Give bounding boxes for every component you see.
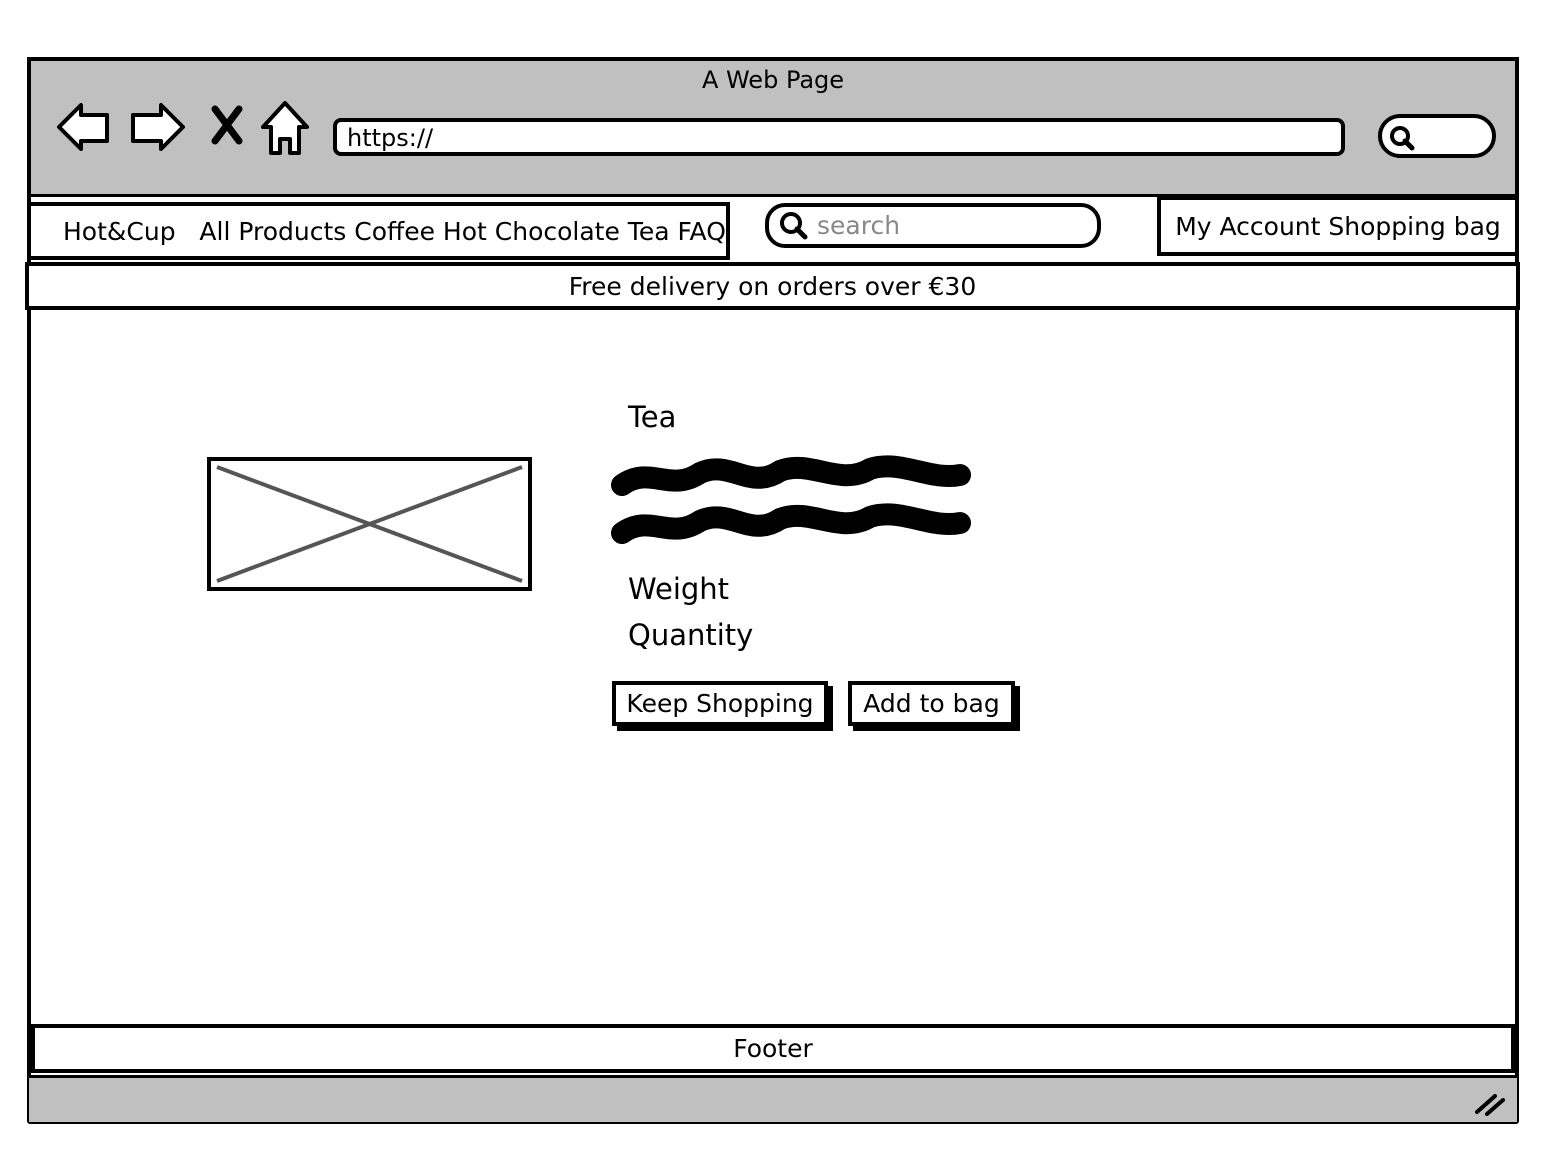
window-title: A Web Page	[701, 66, 845, 94]
url-bar[interactable]: https://	[333, 118, 1345, 156]
product-description-scribble	[611, 455, 971, 544]
add-to-bag-button[interactable]: Add to bag	[848, 681, 1015, 726]
home-icon[interactable]	[259, 99, 311, 157]
search-placeholder: search	[817, 211, 901, 240]
account-links[interactable]: My Account Shopping bag	[1157, 196, 1519, 256]
resize-grip-icon[interactable]	[1473, 1090, 1507, 1116]
image-placeholder-icon	[216, 465, 523, 583]
product-image-placeholder	[207, 457, 532, 591]
product-title: Tea	[628, 400, 677, 434]
close-icon[interactable]	[209, 105, 245, 145]
search-icon	[1390, 126, 1415, 151]
site-search-input[interactable]: search	[765, 203, 1101, 248]
quantity-label: Quantity	[628, 618, 754, 652]
forward-arrow-icon[interactable]	[129, 101, 187, 153]
delivery-banner: Free delivery on orders over €30	[25, 262, 1520, 310]
browser-search-box[interactable]	[1378, 114, 1496, 158]
search-icon	[780, 211, 808, 239]
footer: Footer	[31, 1024, 1515, 1073]
keep-shopping-button[interactable]: Keep Shopping	[612, 681, 828, 726]
back-arrow-icon[interactable]	[55, 101, 113, 153]
weight-label: Weight	[628, 572, 730, 606]
site-navigation[interactable]: Hot&Cup All Products Coffee Hot Chocolat…	[27, 202, 730, 260]
status-bar	[29, 1075, 1517, 1122]
